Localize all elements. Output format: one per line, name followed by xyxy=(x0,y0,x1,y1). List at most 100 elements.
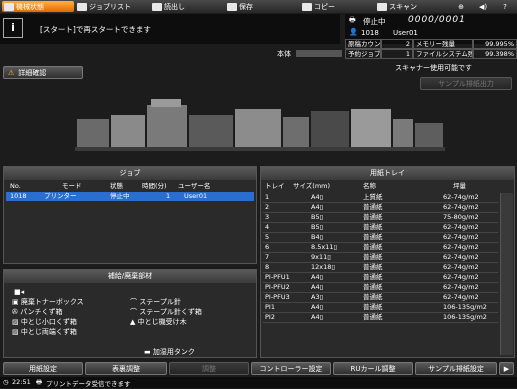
tray-row[interactable]: 8 12x18▯ 普通紙 62-74g/m2 xyxy=(263,263,498,273)
job-state: 停止中 xyxy=(110,192,130,200)
next-page-button[interactable]: ▶ xyxy=(499,362,514,375)
tray-row[interactable]: 2 A4▯ 普通紙 62-74g/m2 xyxy=(263,203,498,213)
adjustment-button[interactable]: 調整 xyxy=(169,362,249,375)
tray-paper-name: 普通紙 xyxy=(363,273,383,281)
saddle-anvil-item: ▲ 中とじ機受け木 xyxy=(130,318,187,326)
tray-size: A3▯ xyxy=(311,293,324,301)
tray-size: A4▯ xyxy=(311,303,324,311)
tray-paper-name: 普通紙 xyxy=(363,203,383,211)
tab-scan[interactable]: スキャン xyxy=(375,1,447,12)
message-text: [スタート]で再スタートできます xyxy=(40,25,151,34)
tray-row[interactable]: 5 B4▯ 普通紙 62-74g/m2 xyxy=(263,233,498,243)
tab-label: 機械状態 xyxy=(16,2,44,11)
tab-store[interactable]: 保存 xyxy=(225,1,297,12)
tab-copy[interactable]: コピー xyxy=(300,1,372,12)
staple-item: ⌒ ステープル針 xyxy=(130,298,181,306)
waste-toner-item: ▣ 廃棄トナーボックス xyxy=(12,298,84,306)
tray-paper-name: 普通紙 xyxy=(363,223,383,231)
tab-label: スキャン xyxy=(389,2,417,11)
tray-row[interactable]: 3 B5▯ 普通紙 75-80g/m2 xyxy=(263,213,498,223)
header-weight: 坪量 xyxy=(453,182,466,190)
top-tab-bar: 機械状態 ジョブリスト 読出し 保存 コピー スキャン ⊕ ◀) ? xyxy=(0,0,517,13)
tray-row[interactable]: 1 A4▯ 上質紙 62-74g/m2 xyxy=(263,193,498,203)
tray-paper-name: 普通紙 xyxy=(363,293,383,301)
header-name: 名称 xyxy=(363,182,376,190)
tray-size: 9x11▯ xyxy=(311,253,331,261)
tray-row[interactable]: 6 8.5x11▯ 普通紙 62-74g/m2 xyxy=(263,243,498,253)
tray-id: 3 xyxy=(265,213,270,221)
tray-size: A4▯ xyxy=(311,313,324,321)
controller-setting-button[interactable]: コントローラー設定 xyxy=(251,362,331,375)
detail-check-label: 詳細確認 xyxy=(18,68,47,77)
paper-tray-title: 用紙トレイ xyxy=(261,167,514,180)
retrieve-icon xyxy=(152,2,162,11)
detail-check-button[interactable]: ⚠ 詳細確認 xyxy=(3,66,83,79)
bottom-button-bar: 用紙設定 表裏調整 調整 コントローラー設定 RUカール調整 サンプル排紙設定 … xyxy=(0,362,517,376)
filesystem-label: ファイルシステム残量 xyxy=(413,49,473,59)
tray-row[interactable]: PI-PFU1 A4▯ 普通紙 62-74g/m2 xyxy=(263,273,498,283)
tray-row[interactable]: PI-PFU2 A4▯ 普通紙 62-74g/m2 xyxy=(263,283,498,293)
globe-button[interactable]: ⊕ xyxy=(450,1,470,12)
paper-setting-label: 用紙設定 xyxy=(29,364,57,373)
paper-tray-panel: 用紙トレイ トレイ サイズ(mm) 名称 坪量 1 A4▯ 上質紙 62-74g/m2… xyxy=(260,166,515,358)
header-no: No. xyxy=(10,182,21,190)
tray-row[interactable]: PI1 A4▯ 普通紙 106-135g/m2 xyxy=(263,303,498,313)
tray-weight: 62-74g/m2 xyxy=(443,293,479,301)
tray-weight: 62-74g/m2 xyxy=(443,193,479,201)
tray-paper-name: 普通紙 xyxy=(363,243,383,251)
tray-paper-name: 普通紙 xyxy=(363,253,383,261)
user-icon: 👤 xyxy=(349,28,358,36)
ru-curl-adjust-button[interactable]: RUカール調整 xyxy=(333,362,413,375)
tray-row[interactable]: 7 9x11▯ 普通紙 62-74g/m2 xyxy=(263,253,498,263)
tab-retrieve[interactable]: 読出し xyxy=(150,1,222,12)
supplies-panel-title: 補給/廃棄部材 xyxy=(4,270,256,283)
machine-illustration xyxy=(75,93,445,153)
tray-weight: 62-74g/m2 xyxy=(443,243,479,251)
job-table-header: No. モード 状態 時間(分) ユーザー名 xyxy=(6,182,254,191)
clock-icon: ◷ xyxy=(3,378,9,386)
header-mode: モード xyxy=(62,182,82,190)
front-back-adjust-label: 表裏調整 xyxy=(112,364,140,373)
memory-label: メモリー残量 xyxy=(413,39,473,49)
job-panel-title: ジョブ xyxy=(4,167,256,180)
tray-id: 2 xyxy=(265,203,270,211)
help-icon: ? xyxy=(503,2,507,11)
tray-id: PI-PFU1 xyxy=(265,273,290,281)
tray-table-header: トレイ サイズ(mm) 名称 坪量 xyxy=(263,182,512,191)
tray-size: A4▯ xyxy=(311,193,324,201)
header-time: 時間(分) xyxy=(142,182,167,190)
tray-row[interactable]: PI-PFU3 A3▯ 普通紙 62-74g/m2 xyxy=(263,293,498,303)
front-back-adjust-button[interactable]: 表裏調整 xyxy=(85,362,167,375)
volume-button[interactable]: ◀) xyxy=(472,1,492,12)
tray-paper-name: 普通紙 xyxy=(363,303,383,311)
warning-icon: ⚠ xyxy=(8,68,15,77)
tray-size: B4▯ xyxy=(311,233,324,241)
tray-paper-name: 普通紙 xyxy=(363,263,383,271)
saddle-edge-waste-item: ▨ 中とじ両端くず箱 xyxy=(12,328,77,336)
clock-time: 22:51 xyxy=(12,378,31,386)
tray-size: B5▯ xyxy=(311,213,324,221)
tray-id: 7 xyxy=(265,253,270,261)
help-button[interactable]: ? xyxy=(494,1,514,12)
tray-row[interactable]: 4 B5▯ 普通紙 62-74g/m2 xyxy=(263,223,498,233)
original-counter-label: 原稿カウンター xyxy=(345,39,381,49)
tray-paper-name: 上質紙 xyxy=(363,193,383,201)
reserved-jobs-label: 予約ジョブ数 xyxy=(345,49,381,59)
counter-info-table: 原稿カウンター 2 メモリー残量 99.995% 予約ジョブ数 1 ファイルシス… xyxy=(345,39,517,61)
tab-job-list[interactable]: ジョブリスト xyxy=(75,1,147,12)
tray-weight: 62-74g/m2 xyxy=(443,263,479,271)
header-size: サイズ(mm) xyxy=(293,182,331,190)
tray-size: A4▯ xyxy=(311,283,324,291)
header-tray: トレイ xyxy=(265,182,285,190)
tab-label: 読出し xyxy=(164,2,185,11)
copy-icon xyxy=(302,2,312,11)
job-row[interactable]: 1018 プリンター 停止中 1 User01 xyxy=(6,192,254,201)
machine-icon xyxy=(4,2,14,11)
paper-setting-button[interactable]: 用紙設定 xyxy=(3,362,83,375)
staple-waste-item: ⌒ ステープル針くず箱 xyxy=(130,308,202,316)
tray-row[interactable]: PI2 A4▯ 普通紙 106-135g/m2 xyxy=(263,313,498,323)
tab-machine-status[interactable]: 機械状態 xyxy=(2,1,74,12)
tray-scrollbar[interactable] xyxy=(500,193,513,355)
sample-output-button[interactable]: サンプル排紙出力 xyxy=(420,77,512,90)
sample-output-setting-button[interactable]: サンプル排紙設定 xyxy=(415,362,497,375)
